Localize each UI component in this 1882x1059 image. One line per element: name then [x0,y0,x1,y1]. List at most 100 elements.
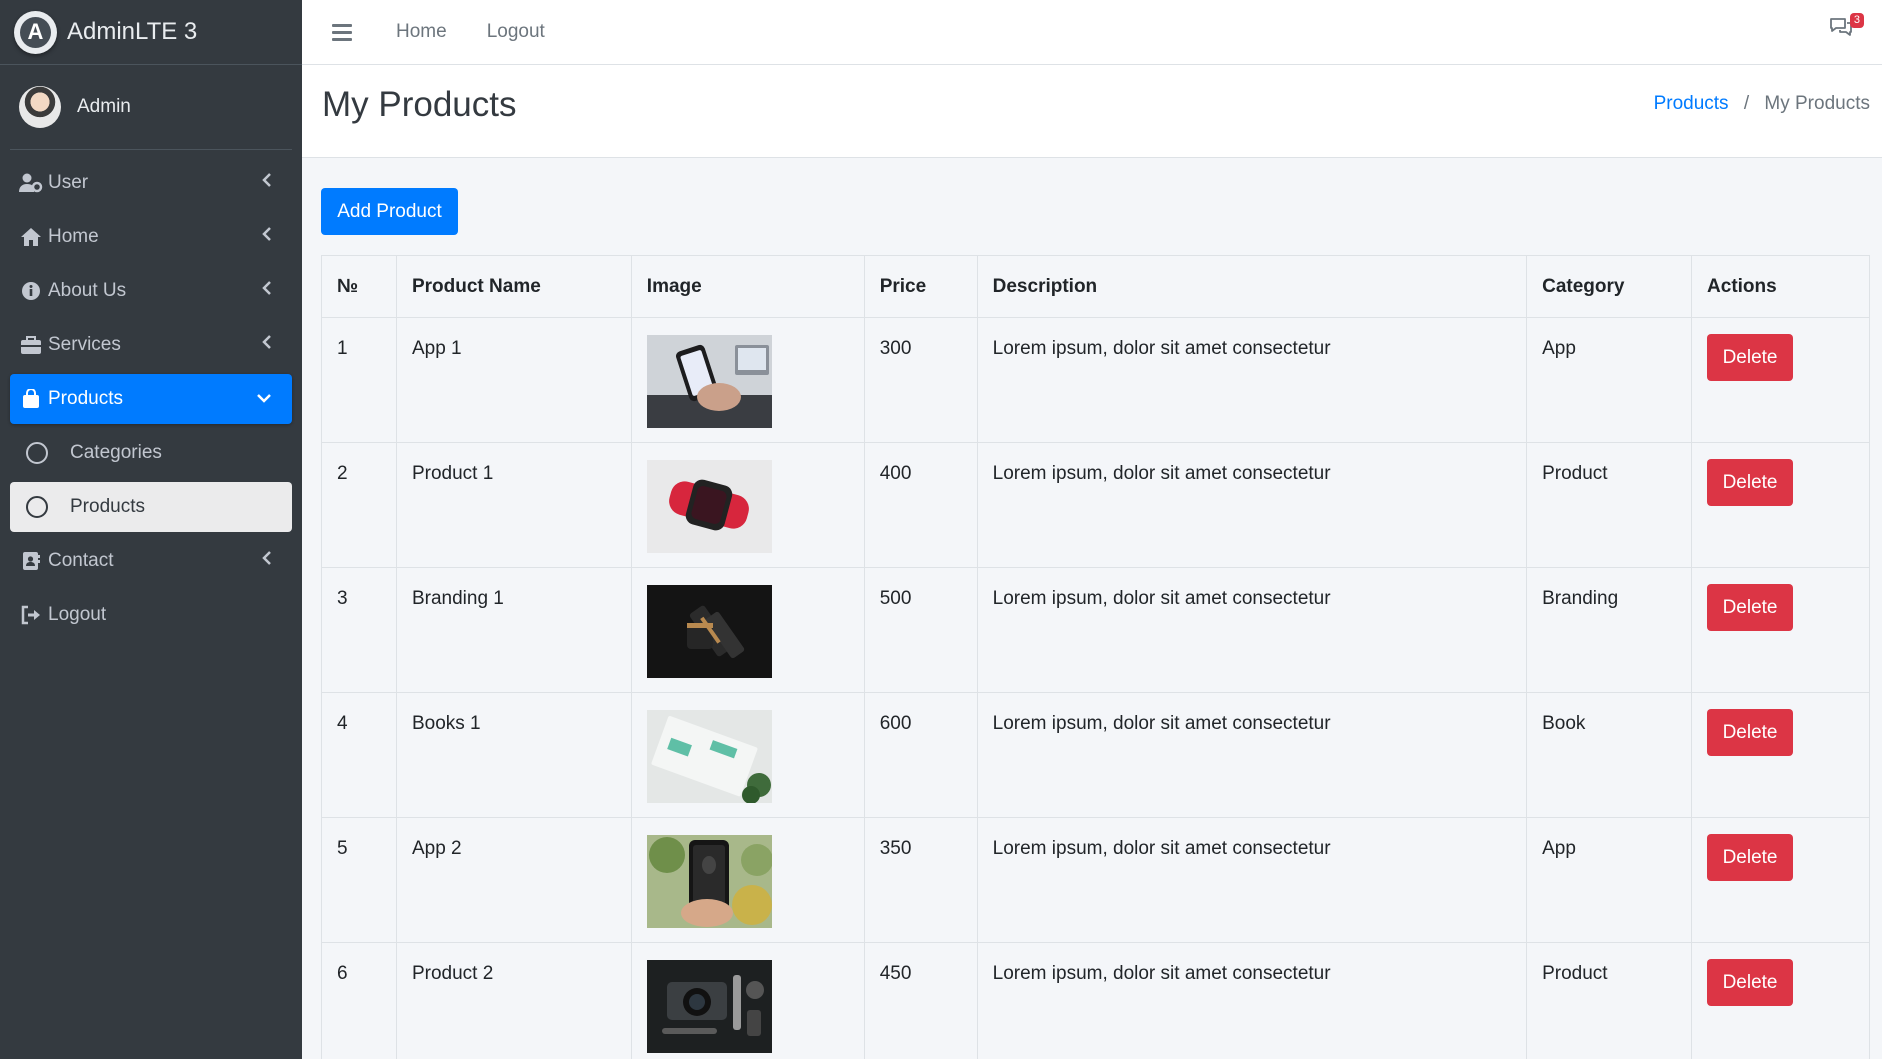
product-image [646,835,772,928]
cell-name: Product 1 [395,442,632,568]
table-row: 4 Books 1 600 Lorem ipsum, dolor sit ame… [321,692,1870,818]
cell-category: Product [1526,942,1693,1059]
cell-image [630,442,865,568]
cell-price: 300 [863,317,978,443]
cell-actions: Delete [1691,567,1870,693]
cell-price: 400 [863,442,978,568]
delete-button[interactable]: Delete [1707,709,1794,756]
user-name[interactable]: Admin [77,96,131,118]
sidebar-item-label: Categories [70,442,162,463]
sidebar-item-label: Services [48,334,121,355]
cell-image [630,567,865,693]
shopping-bag-icon [18,389,44,409]
notification-badge: 3 [1849,13,1864,28]
cell-number: 2 [321,442,397,568]
page-title: My Products [322,85,517,124]
sidebar-item-user[interactable]: User [10,158,292,208]
user-cog-icon [18,173,44,193]
sign-out-icon [18,605,44,625]
column-header-name: Product Name [395,255,632,318]
content-header: My Products Products / My Products [302,65,1882,158]
product-image [646,960,772,1053]
sidebar-item-products[interactable]: Products [10,374,292,424]
table-row: 2 Product 1 400 Lorem ipsum, dolor sit a… [321,442,1870,568]
cell-name: Books 1 [395,692,632,818]
cell-actions: Delete [1691,442,1870,568]
messages-button[interactable]: 3 [1828,13,1864,43]
cell-price: 350 [863,817,978,943]
column-header-actions: Actions [1691,255,1870,318]
cell-category: Branding [1526,567,1693,693]
sidebar-item-contact[interactable]: Contact [10,536,292,586]
cell-number: 3 [321,567,397,693]
cell-image [630,817,865,943]
cell-description: Lorem ipsum, dolor sit amet consectetur [976,817,1528,943]
delete-button[interactable]: Delete [1707,584,1794,631]
sidebar-item-my-products[interactable]: Products [10,482,292,532]
table-row: 6 Product 2 450 Lorem ipsum, dolor sit a… [321,942,1870,1059]
delete-button[interactable]: Delete [1707,459,1794,506]
sidebar-item-label: Home [48,226,99,247]
sidebar-item-home[interactable]: Home [10,212,292,262]
product-image [646,710,772,803]
cell-description: Lorem ipsum, dolor sit amet consectetur [976,567,1528,693]
cell-name: App 1 [395,317,632,443]
comments-icon [1828,18,1854,42]
chevron-down-icon [256,388,272,409]
cell-category: Product [1526,442,1693,568]
sidebar: A AdminLTE 3 Admin User Home About Us Se… [0,0,302,1059]
brand-name: AdminLTE 3 [67,18,198,45]
cell-description: Lorem ipsum, dolor sit amet consectetur [976,442,1528,568]
cell-image [630,692,865,818]
nav-link-logout[interactable]: Logout [487,21,545,43]
sidebar-item-categories[interactable]: Categories [10,428,292,478]
menu-toggle-icon[interactable] [332,23,352,41]
brand-logo-icon: A [14,10,57,54]
cell-actions: Delete [1691,317,1870,443]
table-row: 5 App 2 350 Lorem ipsum, dolor sit amet … [321,817,1870,943]
user-panel[interactable]: Admin [10,65,292,150]
breadcrumb-current: My Products [1764,93,1870,114]
sidebar-item-label: Contact [48,550,114,571]
info-circle-icon [18,281,44,301]
cell-category: App [1526,317,1693,443]
sidebar-item-services[interactable]: Services [10,320,292,370]
cell-name: Product 2 [395,942,632,1059]
sidebar-item-label: Products [48,388,123,409]
sidebar-nav: User Home About Us Services Products Cat… [0,150,302,640]
sidebar-item-label: Logout [48,604,107,625]
cell-name: App 2 [395,817,632,943]
cell-price: 500 [863,567,978,693]
add-product-button[interactable]: Add Product [321,188,458,235]
cell-price: 450 [863,942,978,1059]
cell-image [630,942,865,1059]
chevron-left-icon [262,550,272,571]
delete-button[interactable]: Delete [1707,834,1794,881]
column-header-image: Image [630,255,865,318]
delete-button[interactable]: Delete [1707,959,1794,1006]
nav-link-home[interactable]: Home [396,21,447,43]
table-header-row: № Product Name Image Price Description C… [321,255,1870,318]
cell-name: Branding 1 [395,567,632,693]
cell-actions: Delete [1691,692,1870,818]
table-row: 3 Branding 1 500 Lorem ipsum, dolor sit … [321,567,1870,693]
breadcrumb-link-products[interactable]: Products [1654,93,1729,114]
breadcrumb-separator: / [1743,93,1750,114]
products-table: № Product Name Image Price Description C… [321,255,1870,1059]
cell-description: Lorem ipsum, dolor sit amet consectetur [976,692,1528,818]
column-header-number: № [321,255,397,318]
products-table-wrapper: № Product Name Image Price Description C… [321,255,1870,1059]
brand-link[interactable]: A AdminLTE 3 [0,0,302,65]
breadcrumb: Products / My Products [1654,93,1870,115]
chevron-left-icon [262,172,272,193]
cell-actions: Delete [1691,817,1870,943]
home-icon [18,227,44,247]
table-row: 1 App 1 300 Lorem ipsum, dolor sit amet … [321,317,1870,443]
sidebar-item-about-us[interactable]: About Us [10,266,292,316]
column-header-price: Price [863,255,978,318]
sidebar-item-label: About Us [48,280,127,301]
sidebar-item-logout[interactable]: Logout [10,590,292,640]
product-image [646,335,772,428]
address-book-icon [18,551,44,571]
delete-button[interactable]: Delete [1707,334,1794,381]
